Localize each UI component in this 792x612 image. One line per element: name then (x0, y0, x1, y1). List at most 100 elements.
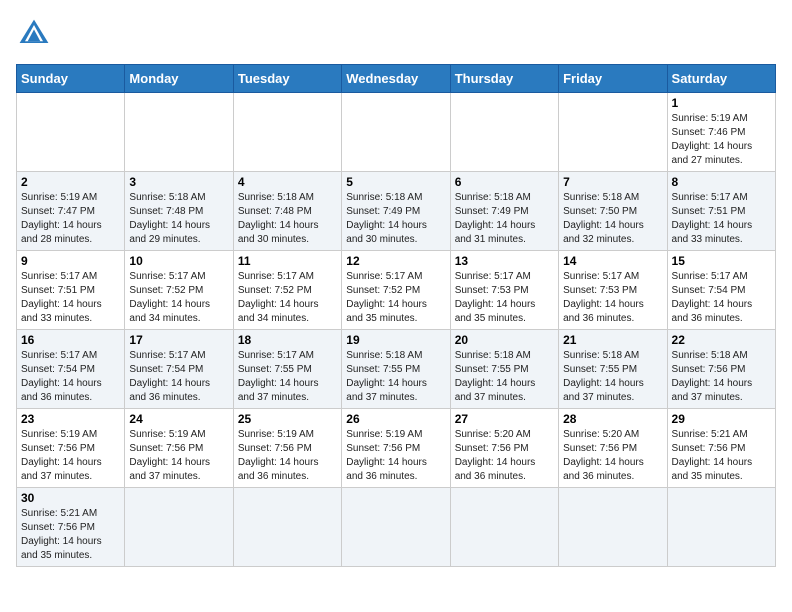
day-number: 16 (21, 333, 120, 347)
day-info: Sunrise: 5:18 AMSunset: 7:48 PMDaylight:… (129, 191, 228, 247)
day-number: 14 (563, 254, 662, 268)
calendar-cell (233, 488, 341, 567)
day-of-week-header: Thursday (450, 65, 558, 93)
day-number: 26 (346, 412, 445, 426)
calendar-cell (559, 488, 667, 567)
day-number: 23 (21, 412, 120, 426)
calendar: SundayMondayTuesdayWednesdayThursdayFrid… (16, 64, 776, 567)
days-header-row: SundayMondayTuesdayWednesdayThursdayFrid… (17, 65, 776, 93)
calendar-cell: 27 Sunrise: 5:20 AMSunset: 7:56 PMDayligh… (450, 409, 558, 488)
day-number: 27 (455, 412, 554, 426)
calendar-cell: 7 Sunrise: 5:18 AMSunset: 7:50 PMDaylight… (559, 172, 667, 251)
calendar-week-row: 23 Sunrise: 5:19 AMSunset: 7:56 PMDayligh… (17, 409, 776, 488)
day-number: 12 (346, 254, 445, 268)
day-number: 5 (346, 175, 445, 189)
day-of-week-header: Tuesday (233, 65, 341, 93)
calendar-week-row: 30Sunrise: 5:21 AMSunset: 7:56 PMDayligh… (17, 488, 776, 567)
day-info: Sunrise: 5:20 AMSunset: 7:56 PMDaylight:… (563, 428, 662, 484)
day-info: Sunrise: 5:17 AMSunset: 7:53 PMDaylight:… (563, 270, 662, 326)
calendar-cell: 17 Sunrise: 5:17 AMSunset: 7:54 PMDayligh… (125, 330, 233, 409)
calendar-cell (342, 93, 450, 172)
day-of-week-header: Saturday (667, 65, 775, 93)
day-number: 30 (21, 491, 120, 505)
day-number: 3 (129, 175, 228, 189)
day-number: 18 (238, 333, 337, 347)
calendar-week-row: 9 Sunrise: 5:17 AMSunset: 7:51 PMDaylight… (17, 251, 776, 330)
calendar-cell: 11 Sunrise: 5:17 AMSunset: 7:52 PMDayligh… (233, 251, 341, 330)
logo (16, 16, 58, 52)
calendar-cell: 15 Sunrise: 5:17 AMSunset: 7:54 PMDayligh… (667, 251, 775, 330)
day-number: 24 (129, 412, 228, 426)
calendar-cell: 14 Sunrise: 5:17 AMSunset: 7:53 PMDayligh… (559, 251, 667, 330)
day-number: 19 (346, 333, 445, 347)
day-info: Sunrise: 5:18 AMSunset: 7:55 PMDaylight:… (455, 349, 554, 405)
day-info: Sunrise: 5:19 AMSunset: 7:56 PMDaylight:… (21, 428, 120, 484)
day-info: Sunrise: 5:17 AMSunset: 7:54 PMDaylight:… (21, 349, 120, 405)
calendar-cell (559, 93, 667, 172)
day-number: 25 (238, 412, 337, 426)
calendar-cell (233, 93, 341, 172)
day-number: 9 (21, 254, 120, 268)
day-info: Sunrise: 5:17 AMSunset: 7:54 PMDaylight:… (672, 270, 771, 326)
day-info: Sunrise: 5:18 AMSunset: 7:55 PMDaylight:… (563, 349, 662, 405)
calendar-cell: 9 Sunrise: 5:17 AMSunset: 7:51 PMDaylight… (17, 251, 125, 330)
day-number: 1 (672, 96, 771, 110)
calendar-cell (450, 488, 558, 567)
day-info: Sunrise: 5:19 AMSunset: 7:56 PMDaylight:… (238, 428, 337, 484)
day-number: 15 (672, 254, 771, 268)
day-number: 17 (129, 333, 228, 347)
day-number: 20 (455, 333, 554, 347)
day-info: Sunrise: 5:19 AMSunset: 7:47 PMDaylight:… (21, 191, 120, 247)
day-info: Sunrise: 5:17 AMSunset: 7:52 PMDaylight:… (346, 270, 445, 326)
day-of-week-header: Wednesday (342, 65, 450, 93)
day-of-week-header: Sunday (17, 65, 125, 93)
day-info: Sunrise: 5:17 AMSunset: 7:51 PMDaylight:… (672, 191, 771, 247)
day-info: Sunrise: 5:18 AMSunset: 7:49 PMDaylight:… (346, 191, 445, 247)
day-number: 6 (455, 175, 554, 189)
day-number: 13 (455, 254, 554, 268)
calendar-cell: 30Sunrise: 5:21 AMSunset: 7:56 PMDayligh… (17, 488, 125, 567)
day-info: Sunrise: 5:20 AMSunset: 7:56 PMDaylight:… (455, 428, 554, 484)
day-info: Sunrise: 5:17 AMSunset: 7:55 PMDaylight:… (238, 349, 337, 405)
calendar-cell: 28Sunrise: 5:20 AMSunset: 7:56 PMDayligh… (559, 409, 667, 488)
day-number: 4 (238, 175, 337, 189)
calendar-cell: 13Sunrise: 5:17 AMSunset: 7:53 PMDayligh… (450, 251, 558, 330)
header (16, 16, 776, 52)
calendar-cell: 24 Sunrise: 5:19 AMSunset: 7:56 PMDayligh… (125, 409, 233, 488)
day-info: Sunrise: 5:17 AMSunset: 7:52 PMDaylight:… (129, 270, 228, 326)
calendar-cell (125, 93, 233, 172)
calendar-cell: 19 Sunrise: 5:18 AMSunset: 7:55 PMDayligh… (342, 330, 450, 409)
day-info: Sunrise: 5:17 AMSunset: 7:51 PMDaylight:… (21, 270, 120, 326)
calendar-cell: 26Sunrise: 5:19 AMSunset: 7:56 PMDayligh… (342, 409, 450, 488)
calendar-cell: 20 Sunrise: 5:18 AMSunset: 7:55 PMDayligh… (450, 330, 558, 409)
calendar-cell: 18 Sunrise: 5:17 AMSunset: 7:55 PMDayligh… (233, 330, 341, 409)
day-number: 22 (672, 333, 771, 347)
calendar-cell (17, 93, 125, 172)
calendar-cell: 21 Sunrise: 5:18 AMSunset: 7:55 PMDayligh… (559, 330, 667, 409)
logo-icon (16, 16, 52, 52)
calendar-cell: 4Sunrise: 5:18 AMSunset: 7:48 PMDaylight… (233, 172, 341, 251)
day-info: Sunrise: 5:19 AMSunset: 7:56 PMDaylight:… (129, 428, 228, 484)
day-info: Sunrise: 5:18 AMSunset: 7:55 PMDaylight:… (346, 349, 445, 405)
calendar-cell: 12 Sunrise: 5:17 AMSunset: 7:52 PMDayligh… (342, 251, 450, 330)
day-number: 11 (238, 254, 337, 268)
calendar-cell: 8 Sunrise: 5:17 AMSunset: 7:51 PMDaylight… (667, 172, 775, 251)
calendar-cell: 10Sunrise: 5:17 AMSunset: 7:52 PMDayligh… (125, 251, 233, 330)
day-number: 7 (563, 175, 662, 189)
calendar-cell: 23 Sunrise: 5:19 AMSunset: 7:56 PMDayligh… (17, 409, 125, 488)
day-number: 21 (563, 333, 662, 347)
calendar-week-row: 2Sunrise: 5:19 AMSunset: 7:47 PMDaylight… (17, 172, 776, 251)
day-number: 8 (672, 175, 771, 189)
day-info: Sunrise: 5:21 AMSunset: 7:56 PMDaylight:… (672, 428, 771, 484)
calendar-cell: 6Sunrise: 5:18 AMSunset: 7:49 PMDaylight… (450, 172, 558, 251)
day-number: 29 (672, 412, 771, 426)
day-info: Sunrise: 5:17 AMSunset: 7:52 PMDaylight:… (238, 270, 337, 326)
day-info: Sunrise: 5:18 AMSunset: 7:50 PMDaylight:… (563, 191, 662, 247)
day-info: Sunrise: 5:19 AMSunset: 7:46 PMDaylight:… (672, 112, 771, 168)
day-of-week-header: Friday (559, 65, 667, 93)
calendar-cell: 29 Sunrise: 5:21 AMSunset: 7:56 PMDayligh… (667, 409, 775, 488)
day-info: Sunrise: 5:18 AMSunset: 7:56 PMDaylight:… (672, 349, 771, 405)
calendar-cell (125, 488, 233, 567)
day-info: Sunrise: 5:17 AMSunset: 7:54 PMDaylight:… (129, 349, 228, 405)
calendar-cell: 1 Sunrise: 5:19 AMSunset: 7:46 PMDaylight… (667, 93, 775, 172)
